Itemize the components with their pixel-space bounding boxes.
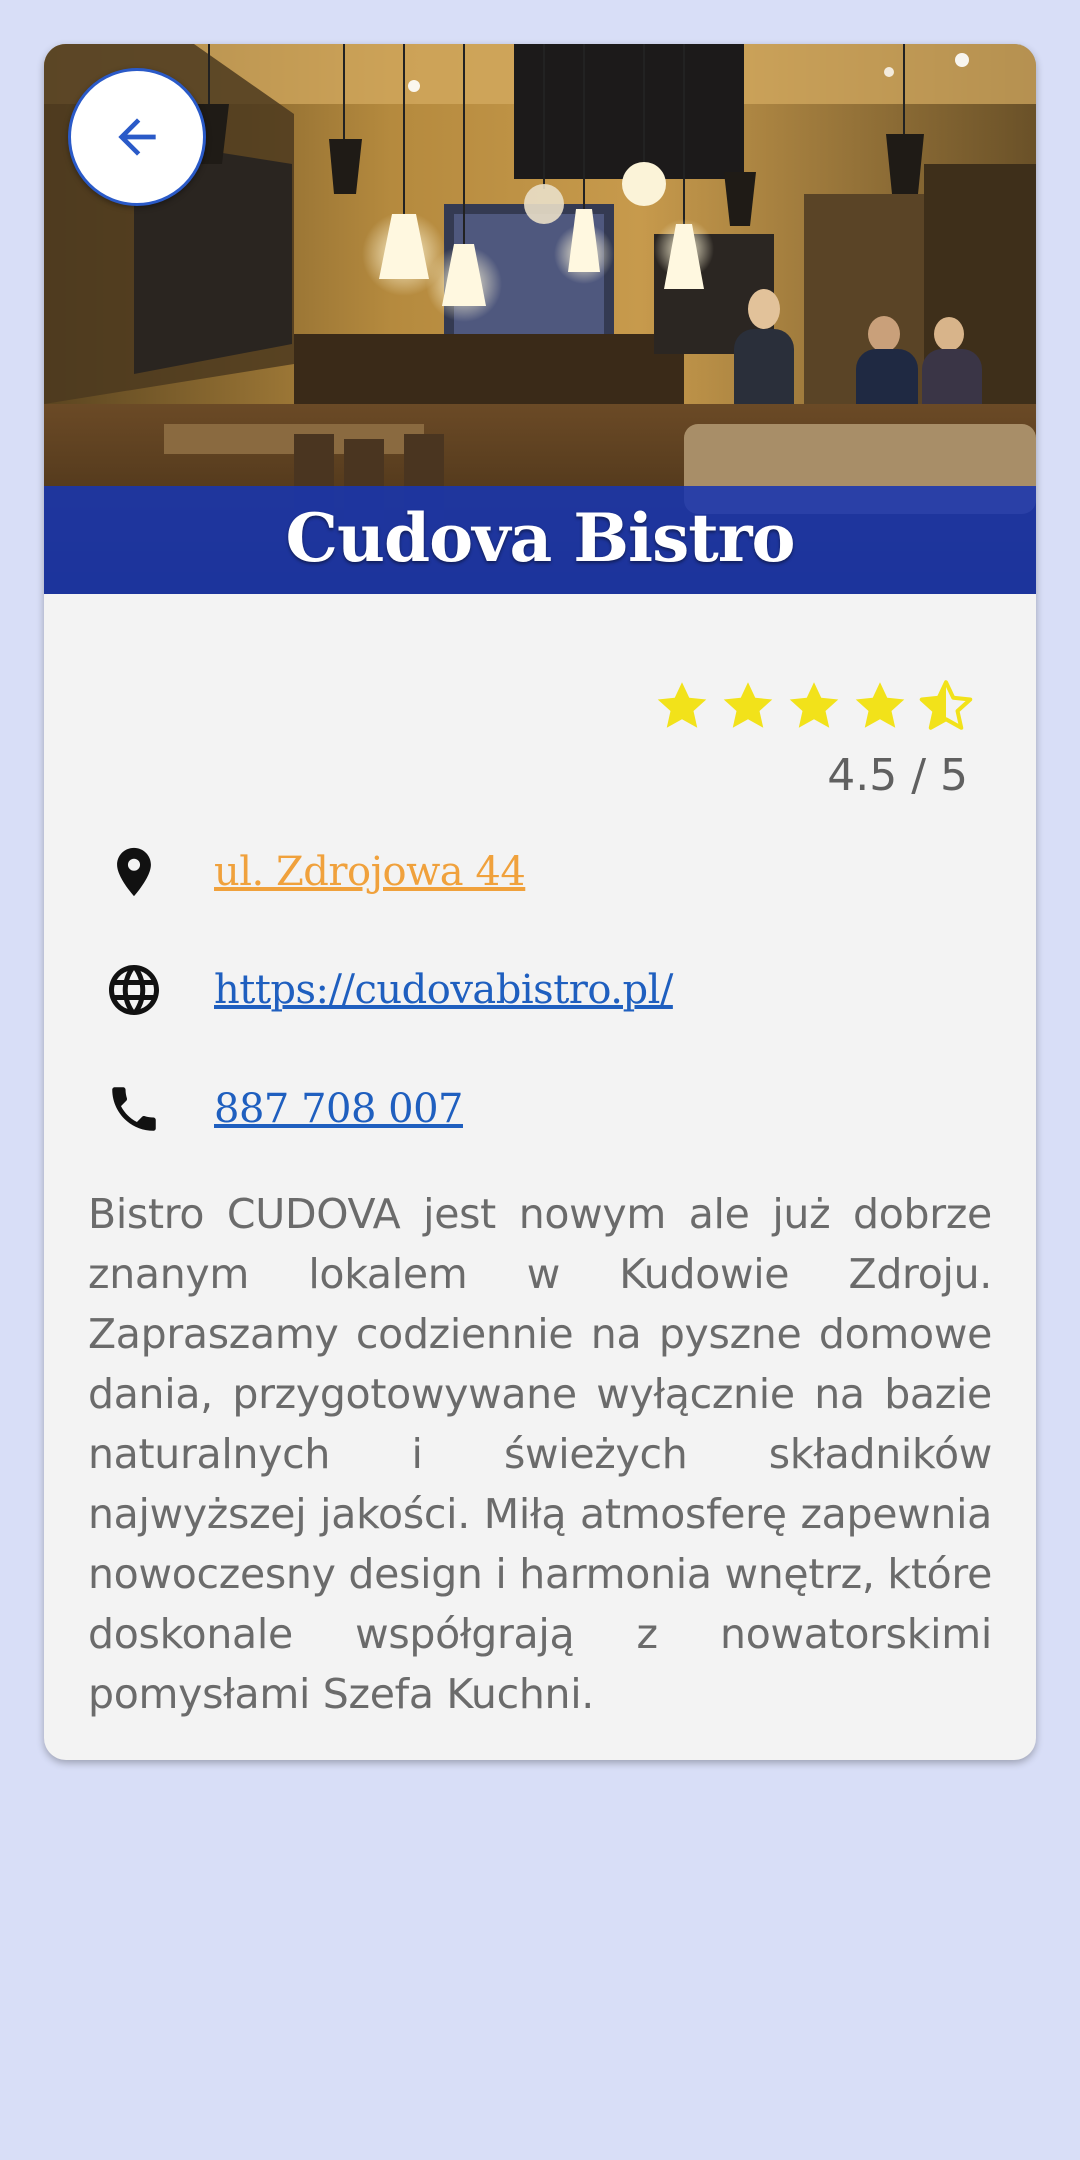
website-row: https://cudovabistro.pl/ <box>94 950 673 1030</box>
rating-value: 4.5 / 5 <box>827 750 968 801</box>
restaurant-name: Cudova Bistro <box>285 499 795 577</box>
rating-stars <box>652 676 976 736</box>
star-icon <box>850 676 910 736</box>
restaurant-card: Cudova Bistro 4.5 / 5 ul. Zdrojowa 44 ht… <box>44 44 1036 1760</box>
location-pin-icon <box>94 832 174 912</box>
address-row: ul. Zdrojowa 44 <box>94 832 526 912</box>
restaurant-description: Bistro CUDOVA jest nowym ale już dobrze … <box>88 1190 992 1718</box>
arrow-back-icon <box>118 118 156 156</box>
website-link[interactable]: https://cudovabistro.pl/ <box>214 967 673 1013</box>
star-half-icon <box>916 676 976 736</box>
back-button[interactable] <box>68 68 206 206</box>
phone-icon <box>94 1069 174 1149</box>
address-link[interactable]: ul. Zdrojowa 44 <box>214 849 526 895</box>
phone-row: 887 708 007 <box>94 1069 463 1149</box>
globe-icon <box>94 950 174 1030</box>
phone-link[interactable]: 887 708 007 <box>214 1086 463 1132</box>
rating: 4.5 / 5 <box>652 676 976 801</box>
star-icon <box>784 676 844 736</box>
restaurant-hero: Cudova Bistro <box>44 44 1036 594</box>
star-icon <box>718 676 778 736</box>
star-icon <box>652 676 712 736</box>
